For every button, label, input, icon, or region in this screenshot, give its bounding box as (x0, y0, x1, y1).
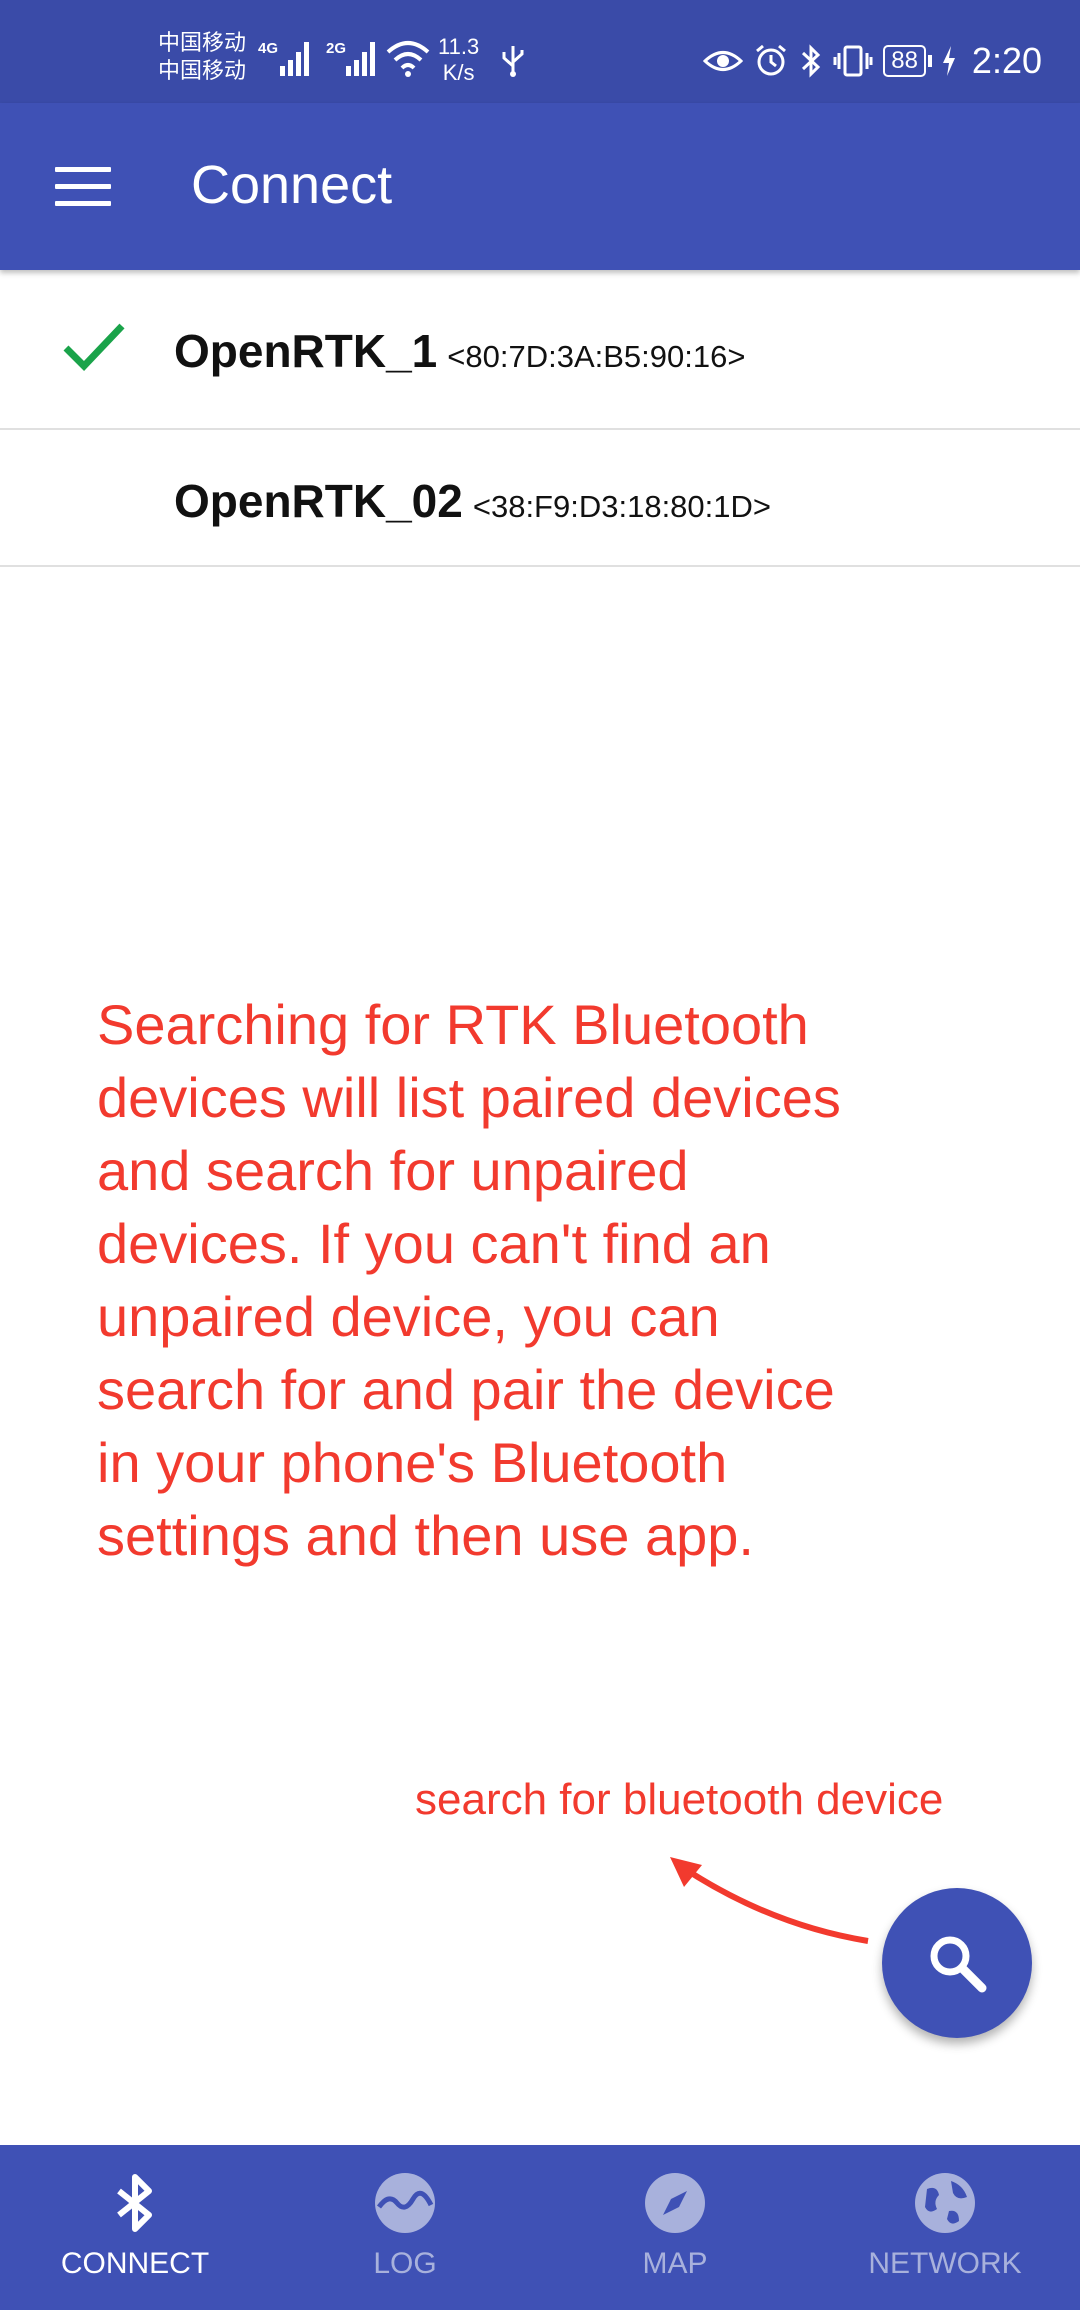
nav-label-map: MAP (642, 2247, 708, 2280)
speed-value: 11.3 (438, 34, 480, 59)
wifi-icon (386, 41, 430, 77)
device-name: OpenRTK_1 (174, 325, 438, 377)
device-row-openrtk-02[interactable]: OpenRTK_02 <38:F9:D3:18:80:1D> (0, 430, 1080, 567)
app-bar: Connect (0, 103, 1080, 270)
battery-indicator: 88 (883, 45, 932, 77)
nav-tab-network[interactable]: NETWORK (810, 2145, 1080, 2310)
annotation-line: unpaired device, you can (97, 1285, 720, 1348)
page-title: Connect (191, 155, 393, 215)
battery-level: 88 (883, 45, 926, 77)
checkmark-icon (63, 323, 125, 372)
clock: 2:20 (971, 40, 1042, 81)
bottom-nav: CONNECT LOG MAP NETWORK (0, 2145, 1080, 2310)
search-hint-label: search for bluetooth device (415, 1775, 944, 1824)
charging-icon (942, 46, 955, 76)
network-type-1: 4G (258, 40, 279, 57)
alarm-icon (756, 44, 787, 76)
device-address: <38:F9:D3:18:80:1D> (472, 489, 772, 524)
annotation-line: Searching for RTK Bluetooth (97, 993, 809, 1056)
carrier-labels: 中国移动 中国移动 (158, 30, 246, 86)
device-address: <80:7D:3A:B5:90:16> (447, 339, 746, 374)
annotation-text: Searching for RTK Bluetooth devices will… (97, 988, 997, 1572)
usb-icon (502, 46, 524, 77)
carrier-2: 中国移动 (158, 59, 247, 84)
device-row-openrtk-1[interactable]: OpenRTK_1 <80:7D:3A:B5:90:16> (0, 270, 1080, 430)
device-name-label: OpenRTK_02 <38:F9:D3:18:80:1D> (174, 474, 771, 528)
nav-label-log: LOG (373, 2247, 437, 2280)
network-type-2: 2G (326, 40, 347, 57)
log-chart-icon (375, 2173, 435, 2233)
carrier-1: 中国移动 (158, 31, 247, 56)
bluetooth-icon (117, 2174, 152, 2232)
nav-label-network: NETWORK (868, 2247, 1022, 2280)
annotation-line: devices will list paired devices (97, 1066, 841, 1129)
nav-tab-connect[interactable]: CONNECT (0, 2145, 270, 2310)
annotation-arrow-icon (670, 1857, 869, 1944)
search-icon (930, 1936, 987, 1993)
annotation-line: search for and pair the device (97, 1358, 835, 1421)
bluetooth-icon (802, 44, 821, 78)
status-bar: 中国移动 中国移动 4G 2G 11.3 K/s 88 2:20 (0, 0, 1080, 103)
device-name-label: OpenRTK_1 <80:7D:3A:B5:90:16> (174, 324, 745, 378)
eye-icon (703, 51, 744, 71)
globe-icon (915, 2173, 975, 2233)
vibrate-icon (833, 45, 873, 77)
signal-icon (280, 42, 309, 76)
hamburger-menu-icon[interactable] (55, 167, 111, 207)
nav-tab-map[interactable]: MAP (540, 2145, 810, 2310)
annotation-line: settings and then use app. (97, 1504, 754, 1567)
speed-unit: K/s (442, 60, 475, 85)
device-name: OpenRTK_02 (174, 475, 463, 527)
nav-label-connect: CONNECT (60, 2247, 210, 2280)
battery-tip (927, 55, 932, 67)
compass-icon (645, 2173, 705, 2233)
annotation-line: and search for unpaired (97, 1139, 689, 1202)
annotation-line: in your phone's Bluetooth (97, 1431, 728, 1494)
signal-icon-2 (346, 42, 375, 76)
search-bluetooth-fab[interactable] (882, 1888, 1032, 2038)
status-icons-right: 88 2:20 (703, 36, 1042, 86)
network-speed: 11.3 K/s (438, 34, 479, 86)
annotation-line: devices. If you can't find an (97, 1212, 771, 1275)
nav-tab-log[interactable]: LOG (270, 2145, 540, 2310)
